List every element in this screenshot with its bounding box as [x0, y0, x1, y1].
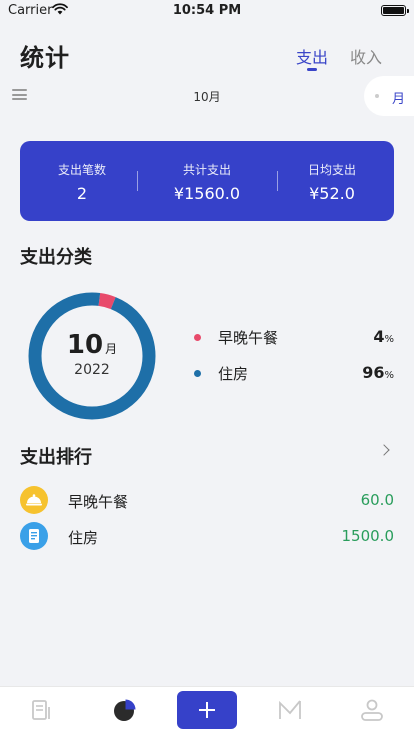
ledger-icon[interactable]: [28, 697, 54, 723]
page-title: 统计: [20, 44, 70, 72]
legend-percent: 4%: [373, 327, 394, 346]
ranking-name: 早晚午餐: [68, 493, 129, 511]
summary-count-label: 支出笔数: [57, 163, 106, 177]
legend-name: 住房: [218, 365, 249, 383]
status-bar: Carrier 10:54 PM: [0, 0, 414, 22]
summary-count: 支出笔数 2: [20, 161, 144, 203]
pie-chart-icon[interactable]: [111, 697, 137, 723]
summary-daily: 日均支出 ¥52.0: [270, 161, 394, 203]
period-dot-icon: [375, 94, 379, 98]
summary-daily-label: 日均支出: [307, 163, 356, 177]
summary-divider: [137, 171, 138, 191]
period-toggle[interactable]: 月: [364, 76, 414, 116]
ranking-name: 住房: [68, 529, 99, 547]
trend-icon[interactable]: [277, 697, 303, 723]
chevron-right-icon[interactable]: [378, 444, 390, 456]
tab-expense[interactable]: 支出: [296, 44, 328, 68]
add-icon: [199, 702, 215, 718]
summary-daily-value: ¥52.0: [309, 184, 355, 203]
summary-total-value: ¥1560.0: [173, 184, 241, 203]
donut-year: 2022: [74, 362, 110, 378]
summary-total-label: 共计支出: [182, 163, 231, 177]
document-icon: [20, 522, 48, 550]
legend-dot-icon: [194, 370, 201, 377]
summary-total: 共计支出 ¥1560.0: [145, 161, 269, 203]
ranking-section-title: 支出排行: [20, 447, 92, 468]
add-record-button[interactable]: [177, 691, 237, 729]
legend-name: 早晚午餐: [218, 329, 279, 347]
legend-dot-icon: [194, 334, 201, 341]
active-tab-indicator: [307, 68, 317, 71]
battery-icon: [381, 5, 409, 16]
tab-income[interactable]: 收入: [350, 44, 382, 68]
month-selector[interactable]: 10月: [0, 88, 414, 105]
ranking-amount: 60.0: [360, 491, 394, 509]
meal-icon: [20, 486, 48, 514]
summary-card: 支出笔数 2 共计支出 ¥1560.0 日均支出 ¥52.0: [20, 141, 394, 221]
donut-center: 10 月 2022: [26, 290, 158, 422]
ranking-amount: 1500.0: [341, 527, 395, 545]
summary-count-value: 2: [76, 184, 88, 203]
bottom-tab-bar: [0, 686, 414, 736]
ranking-row[interactable]: 早晚午餐 60.0: [20, 486, 394, 514]
donut-month-unit: 月: [105, 342, 118, 356]
clock: 10:54 PM: [172, 3, 242, 18]
donut-month: 10: [66, 330, 104, 360]
legend-item-meals[interactable]: 早晚午餐 4%: [192, 327, 394, 347]
legend-percent: 96%: [362, 363, 394, 382]
legend-item-housing[interactable]: 住房 96%: [192, 363, 394, 383]
profile-icon[interactable]: [359, 697, 385, 723]
ranking-row[interactable]: 住房 1500.0: [20, 522, 394, 550]
period-label: 月: [392, 92, 406, 107]
category-section-title: 支出分类: [20, 247, 92, 268]
